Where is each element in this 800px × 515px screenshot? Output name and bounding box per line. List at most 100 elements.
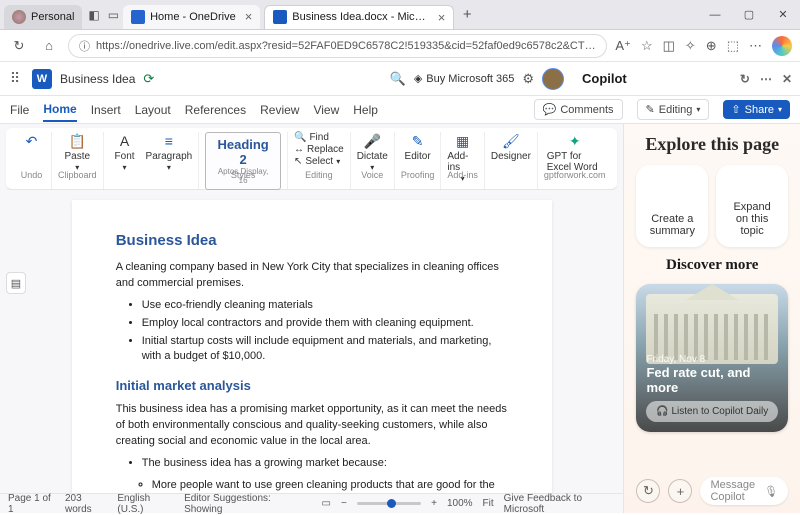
favorites-bar-icon[interactable]: ✧ [685,38,696,54]
group-gpt: gptforwork.com [544,170,606,180]
view-print-icon[interactable]: ▭ [322,498,331,509]
editing-mode-button[interactable]: ✎Editing▾ [637,99,710,120]
font-button[interactable]: AFont▾ [110,132,140,172]
designer-button[interactable]: 🖌Designer [491,132,531,162]
group-designer [510,170,513,180]
home-button[interactable]: ⌂ [38,38,60,53]
doc-subbullet: More people want to use green cleaning p… [152,478,508,493]
tab-file[interactable]: File [10,99,29,121]
undo-button[interactable]: ↶ [17,132,47,150]
close-icon[interactable]: ✕ [782,72,792,86]
replace-button[interactable]: ↔Replace [294,144,344,155]
copilot-news-card[interactable]: Friday, Nov 8 Fed rate cut, and more 🎧 L… [636,284,788,432]
paragraph-button[interactable]: ≡Paragraph▾ [146,132,193,172]
zoom-out-button[interactable]: − [341,498,347,509]
copilot-icon[interactable] [772,36,792,56]
profile-icon [12,10,26,24]
more-icon[interactable]: ⋯ [760,72,772,86]
navigation-pane-toggle[interactable]: ▤ [6,272,26,294]
tab-label: Home - OneDrive [150,11,236,23]
tab-review[interactable]: Review [260,99,299,121]
doc-bullet: Use eco-friendly cleaning materials [142,298,508,314]
document-title[interactable]: Business Idea [60,72,135,86]
group-editing: Editing [305,170,333,180]
search-button[interactable]: 🔍 [390,71,406,87]
browser-tab-word[interactable]: Business Idea.docx - Microsoft W × [264,5,454,29]
close-icon[interactable]: × [245,9,253,24]
url-field[interactable]: ⓘ https://onedrive.live.com/edit.aspx?re… [68,34,607,58]
tab-insert[interactable]: Insert [91,99,121,121]
comments-button[interactable]: 💬Comments [534,99,623,120]
buy-m365-button[interactable]: ◈ Buy Microsoft 365 [414,72,515,85]
read-aloud-icon[interactable]: A⁺ [615,38,631,54]
workspaces-icon[interactable]: ◧ [88,8,99,22]
close-button[interactable]: ✕ [766,0,800,30]
gpt-button[interactable]: ✦GPT for Excel Word [547,132,603,173]
zoom-level[interactable]: 100% [447,498,473,509]
copilot-discover-title: Discover more [636,257,788,274]
profile-tab[interactable]: Personal [4,5,82,29]
avatar[interactable] [542,68,564,90]
close-icon[interactable]: × [438,10,446,25]
feedback-link[interactable]: Give Feedback to Microsoft [504,493,616,515]
fit-button[interactable]: Fit [483,498,494,509]
site-info-icon[interactable]: ⓘ [79,38,90,54]
history-button[interactable]: ↻ [636,479,660,503]
copilot-card-summary[interactable]: Create a summary [636,165,708,247]
refresh-icon[interactable]: ↻ [740,72,750,86]
onedrive-icon [131,10,145,24]
tab-help[interactable]: Help [353,99,378,121]
more-icon[interactable]: ⋯ [749,38,762,54]
paste-button[interactable]: 📋Paste▾ [62,132,92,172]
language[interactable]: English (U.S.) [117,493,174,515]
search-icon: 🔍 [294,132,306,143]
select-button[interactable]: ↖Select▾ [294,156,344,167]
copilot-input[interactable]: Message Copilot 🎙 [700,477,788,505]
style-gallery[interactable]: Heading 2 Aptos Display, 16 [205,132,281,190]
tab-references[interactable]: References [185,99,246,121]
listen-button[interactable]: 🎧 Listen to Copilot Daily [646,401,778,422]
refresh-button[interactable]: ↻ [8,38,30,54]
doc-bullet: Initial startup costs will include equip… [142,334,508,366]
saved-cloud-icon[interactable]: ⟳ [143,71,154,87]
url-text: https://onedrive.live.com/edit.aspx?resi… [96,40,596,52]
split-icon[interactable]: ◫ [663,38,675,54]
doc-p: This business idea has a promising marke… [116,402,508,450]
group-font [150,170,153,180]
copilot-card-expand[interactable]: Expand on this topic [716,165,788,247]
collections-icon[interactable]: ⊕ [706,38,717,54]
share-button[interactable]: ⇧Share▾ [723,100,790,119]
mic-icon[interactable]: 🎙 [764,485,778,498]
tab-view[interactable]: View [313,99,339,121]
doc-bullet: Employ local contractors and provide the… [142,316,508,332]
group-clipboard: Clipboard [58,170,97,180]
minimize-button[interactable]: — [698,0,732,30]
find-button[interactable]: 🔍Find [294,132,344,143]
favorite-icon[interactable]: ☆ [641,38,653,54]
group-voice: Voice [361,170,383,180]
settings-icon[interactable]: ⚙ [522,71,534,87]
editor-suggestions[interactable]: Editor Suggestions: Showing [184,493,301,515]
new-tab-button[interactable]: + [454,6,480,23]
zoom-in-button[interactable]: + [431,498,437,509]
document-canvas[interactable]: Business Idea A cleaning company based i… [0,190,623,493]
editor-button[interactable]: ✎Editor [403,132,433,162]
maximize-button[interactable]: ▢ [732,0,766,30]
zoom-slider[interactable] [357,502,421,505]
collections-icon[interactable]: ▭ [108,8,119,22]
browser-tab-onedrive[interactable]: Home - OneDrive × [123,5,260,29]
tab-home[interactable]: Home [43,98,76,122]
group-styles: Styles [231,170,256,180]
dictate-button[interactable]: 🎤Dictate▾ [357,132,388,172]
status-bar: Page 1 of 1 203 words English (U.S.) Edi… [0,493,623,513]
app-launcher-icon[interactable]: ⠿ [6,70,24,88]
doc-h2: Initial market analysis [116,377,508,396]
tab-layout[interactable]: Layout [135,99,171,121]
extensions-icon[interactable]: ⬚ [727,38,739,54]
replace-icon: ↔ [294,144,304,155]
word-count[interactable]: 203 words [65,493,107,515]
page-indicator[interactable]: Page 1 of 1 [8,493,55,515]
new-chat-button[interactable]: + [668,479,692,503]
copilot-explore-title: Explore this page [636,134,788,155]
tab-label: Business Idea.docx - Microsoft W [292,11,428,23]
